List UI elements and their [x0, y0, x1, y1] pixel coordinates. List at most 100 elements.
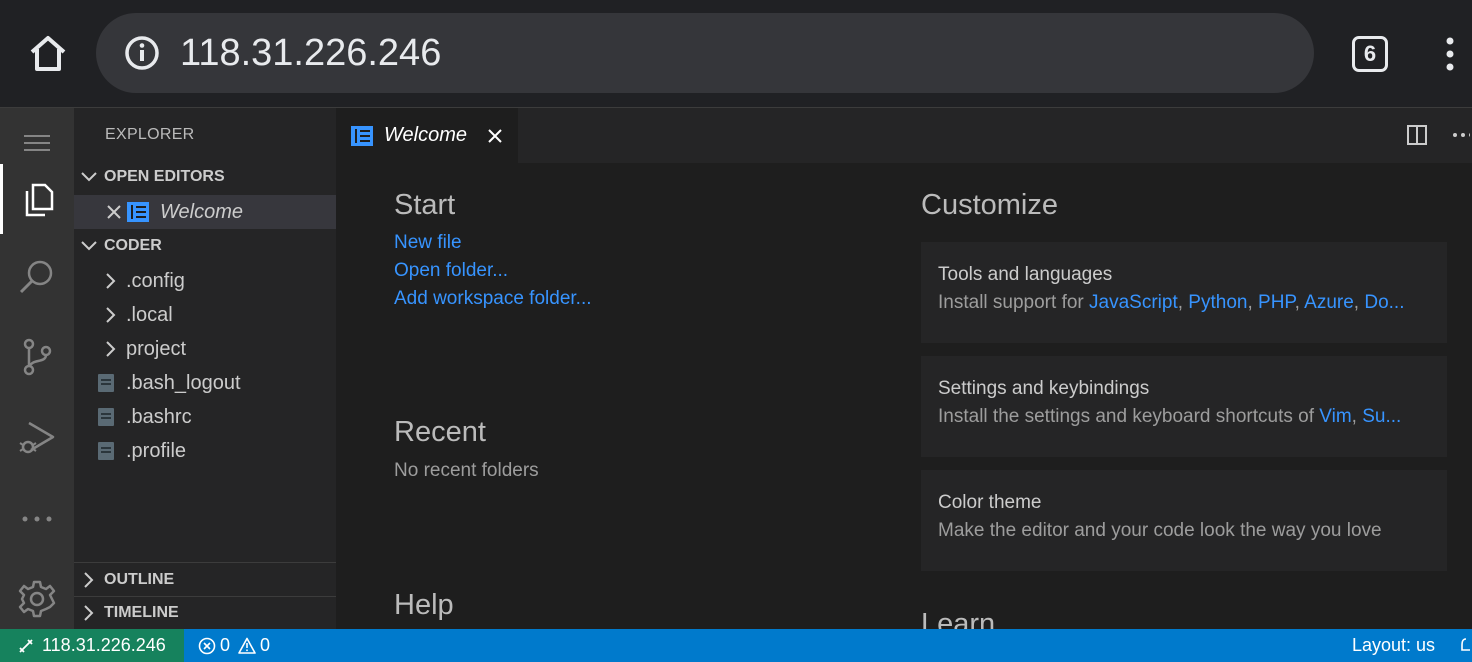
- file-icon: [98, 374, 114, 392]
- chevron-right-icon: [106, 273, 116, 289]
- timeline-section-header[interactable]: TIMELINE: [74, 596, 336, 630]
- warning-icon: [238, 637, 256, 654]
- remote-indicator[interactable]: 118.31.226.246: [0, 629, 184, 662]
- file-icon: [98, 408, 114, 426]
- home-button[interactable]: [24, 30, 72, 78]
- sublime-link[interactable]: Su...: [1362, 406, 1401, 427]
- split-editor-icon: [1407, 125, 1427, 145]
- run-debug-view-button[interactable]: [0, 402, 74, 472]
- welcome-icon: [351, 125, 373, 146]
- chevron-right-icon: [84, 605, 94, 621]
- tree-item-label: .bashrc: [126, 405, 192, 428]
- card-title: Settings and keybindings: [938, 378, 1150, 399]
- status-bar: 118.31.226.246 0 0 Layout: us: [0, 629, 1472, 662]
- editor-actions-more-button[interactable]: [1452, 124, 1472, 150]
- close-tab-button[interactable]: [487, 128, 503, 144]
- tree-folder-item[interactable]: project: [74, 332, 336, 366]
- home-icon: [30, 36, 66, 71]
- source-control-view-button[interactable]: [0, 322, 74, 392]
- azure-link[interactable]: Azure: [1304, 292, 1354, 313]
- tab-label: Welcome: [384, 124, 467, 146]
- chevron-right-icon: [106, 307, 116, 323]
- welcome-page: Start New file Open folder... Add worksp…: [336, 163, 1472, 629]
- remote-label: 118.31.226.246: [42, 635, 166, 655]
- tree-file-item[interactable]: .profile: [74, 434, 336, 468]
- workspace-section-header[interactable]: CODER: [74, 229, 336, 263]
- customize-heading: Customize: [921, 189, 1058, 221]
- search-icon: [19, 260, 53, 294]
- timeline-label: TIMELINE: [104, 604, 179, 621]
- recent-heading: Recent: [394, 416, 486, 448]
- javascript-link[interactable]: JavaScript: [1089, 292, 1178, 313]
- close-icon: [107, 205, 121, 219]
- notifications-button[interactable]: [1460, 637, 1472, 660]
- explorer-sidebar: EXPLORER OPEN EDITORS Welcome CODER .con…: [74, 108, 336, 629]
- menu-icon: [24, 135, 50, 151]
- chevron-right-icon: [84, 572, 94, 588]
- close-icon: [488, 128, 502, 143]
- chevron-down-icon: [81, 172, 97, 182]
- tree-item-label: .profile: [126, 439, 187, 462]
- tree-file-item[interactable]: .bashrc: [74, 400, 336, 434]
- more-views-button[interactable]: [0, 484, 74, 554]
- error-count: 0: [220, 635, 231, 655]
- activity-bar: [0, 108, 74, 629]
- manage-button[interactable]: [0, 564, 74, 634]
- tree-item-label: .config: [126, 269, 185, 292]
- bell-icon: [1461, 638, 1470, 651]
- split-editor-button[interactable]: [1406, 124, 1428, 151]
- more-icon: [1453, 133, 1472, 137]
- open-editor-item[interactable]: Welcome: [74, 195, 336, 229]
- tree-folder-item[interactable]: .config: [74, 264, 336, 298]
- tab-switcher-button[interactable]: 6: [1352, 36, 1388, 72]
- tab-welcome[interactable]: Welcome: [336, 108, 518, 163]
- card-description: Install support for JavaScript, Python, …: [938, 292, 1405, 313]
- error-icon: [198, 637, 216, 654]
- editor-tab-bar: Welcome: [336, 108, 1472, 163]
- close-editor-button[interactable]: [106, 204, 122, 220]
- open-editors-section-header[interactable]: OPEN EDITORS: [74, 160, 336, 194]
- open-folder-link[interactable]: Open folder...: [394, 260, 508, 282]
- php-link[interactable]: PHP: [1258, 292, 1295, 313]
- run-debug-icon: [19, 421, 55, 454]
- tools-languages-card[interactable]: Tools and languages Install support for …: [921, 242, 1447, 343]
- source-control-icon: [23, 338, 52, 376]
- browser-menu-button[interactable]: [1436, 34, 1464, 74]
- add-workspace-folder-link[interactable]: Add workspace folder...: [394, 288, 592, 310]
- outline-label: OUTLINE: [104, 571, 175, 588]
- address-bar[interactable]: 118.31.226.246: [96, 13, 1314, 93]
- keyboard-layout-indicator[interactable]: Layout: us: [1352, 629, 1435, 662]
- recent-empty-text: No recent folders: [394, 460, 539, 481]
- settings-keybindings-card[interactable]: Settings and keybindings Install the set…: [921, 356, 1447, 457]
- problems-indicator[interactable]: 0 0: [198, 629, 270, 662]
- outline-section-header[interactable]: OUTLINE: [74, 563, 336, 597]
- vim-link[interactable]: Vim: [1319, 406, 1351, 427]
- help-heading: Help: [394, 589, 454, 621]
- python-link[interactable]: Python: [1188, 292, 1247, 313]
- learn-heading: Learn: [921, 608, 996, 629]
- explorer-view-button[interactable]: [0, 164, 74, 234]
- browser-toolbar: 118.31.226.246 6: [0, 0, 1472, 108]
- docker-link[interactable]: Do...: [1364, 292, 1404, 313]
- card-description: Make the editor and your code look the w…: [938, 520, 1382, 541]
- file-icon: [98, 442, 114, 460]
- chevron-down-icon: [81, 241, 97, 251]
- explorer-icon: [25, 183, 53, 217]
- warning-count: 0: [260, 635, 271, 655]
- start-heading: Start: [394, 189, 456, 221]
- open-editors-label: OPEN EDITORS: [104, 168, 225, 185]
- tree-file-item[interactable]: .bash_logout: [74, 366, 336, 400]
- tree-item-label: .local: [126, 303, 173, 326]
- color-theme-card[interactable]: Color theme Make the editor and your cod…: [921, 470, 1447, 571]
- info-icon[interactable]: [124, 35, 160, 71]
- card-title: Tools and languages: [938, 264, 1113, 285]
- card-description: Install the settings and keyboard shortc…: [938, 406, 1402, 427]
- search-view-button[interactable]: [0, 242, 74, 312]
- card-title: Color theme: [938, 492, 1042, 513]
- url-text[interactable]: 118.31.226.246: [180, 33, 441, 73]
- welcome-icon: [127, 202, 149, 222]
- tree-folder-item[interactable]: .local: [74, 298, 336, 332]
- workspace-label: CODER: [104, 237, 162, 254]
- new-file-link[interactable]: New file: [394, 232, 462, 254]
- more-icon: [22, 516, 52, 522]
